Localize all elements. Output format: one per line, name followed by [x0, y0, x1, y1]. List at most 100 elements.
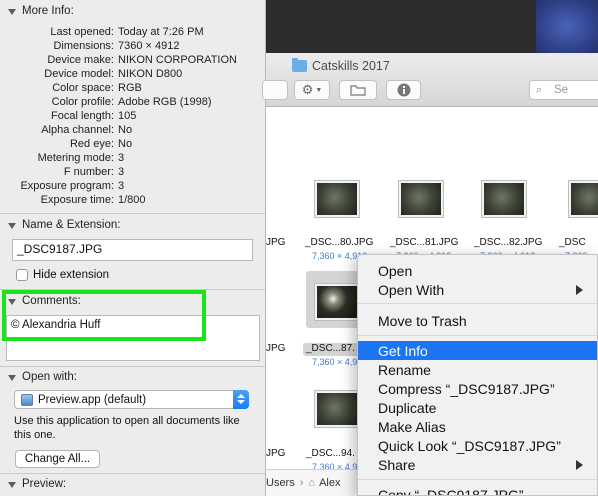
disclosure-triangle-icon[interactable] — [8, 221, 17, 230]
info-label: F number: — [63, 166, 114, 178]
info-row-device-model: Device model: NIKON D800 — [0, 67, 265, 81]
filename-field[interactable]: _DSC9187.JPG — [12, 239, 253, 261]
info-row-f-number: F number: 3 — [0, 165, 265, 179]
menu-item-open-with[interactable]: Open With — [358, 280, 597, 299]
hide-extension-label: Hide extension — [33, 269, 110, 281]
desktop-wallpaper-sky — [536, 0, 598, 53]
info-label: Last opened: — [50, 26, 114, 38]
file-name-selected[interactable]: _DSC...87. — [306, 343, 355, 354]
hide-extension-checkbox[interactable] — [16, 269, 28, 281]
open-with-app-value: Preview.app (default) — [38, 393, 147, 406]
folder-icon — [292, 58, 307, 72]
finder-title-text: Catskills 2017 — [312, 59, 390, 73]
disclosure-triangle-icon[interactable] — [8, 480, 17, 489]
open-with-header[interactable]: Open with: — [0, 369, 77, 385]
file-name[interactable]: JPG — [266, 237, 285, 248]
folder-outline-icon — [350, 85, 366, 96]
menu-item-get-info[interactable]: Get Info — [358, 341, 597, 360]
menu-item-move-to-trash[interactable]: Move to Trash — [358, 311, 597, 330]
menu-item-label: Open With — [378, 281, 445, 298]
get-info-button[interactable] — [386, 80, 421, 100]
file-name[interactable]: _DSC — [559, 237, 586, 248]
info-value: No — [118, 138, 133, 150]
file-thumbnail[interactable] — [482, 181, 526, 217]
home-icon: ⌂ — [308, 477, 316, 489]
info-row-dimensions: Dimensions: 7360 × 4912 — [0, 39, 265, 53]
file-thumbnail[interactable] — [315, 391, 359, 427]
info-value: 3 — [118, 166, 125, 178]
chevron-down-icon: ▼ — [315, 86, 323, 94]
file-name[interactable]: JPG — [266, 343, 285, 354]
file-name[interactable]: _DSC...81.JPG — [390, 237, 458, 248]
disclosure-triangle-icon[interactable] — [8, 373, 17, 382]
name-extension-header[interactable]: Name & Extension: — [0, 217, 120, 233]
file-thumbnail[interactable] — [315, 181, 359, 217]
change-all-button[interactable]: Change All... — [15, 450, 100, 468]
info-icon — [397, 83, 410, 97]
info-value: NIKON D800 — [118, 68, 183, 80]
info-row-exposure-time: Exposure time: 1/800 — [0, 193, 265, 207]
info-label: Color space: — [52, 82, 114, 94]
preview-title: Preview: — [22, 478, 67, 490]
view-mode-button[interactable] — [262, 80, 288, 100]
new-folder-button[interactable] — [339, 80, 377, 100]
menu-item-make-alias[interactable]: Make Alias — [358, 417, 597, 436]
section-divider — [0, 213, 265, 214]
more-info-header[interactable]: More Info: — [0, 3, 74, 19]
path-chevron-icon: › — [299, 477, 304, 489]
submenu-arrow-icon — [576, 460, 583, 470]
context-menu: Open Open With Move to Trash Get Info Re… — [357, 254, 598, 496]
info-label: Device make: — [47, 54, 114, 66]
section-divider — [0, 473, 265, 474]
info-row-device-make: Device make: NIKON CORPORATION — [0, 53, 265, 67]
menu-item-copy[interactable]: Copy “_DSC9187.JPG” — [358, 485, 597, 496]
info-label: Color profile: — [51, 96, 114, 108]
file-thumbnail[interactable] — [399, 181, 443, 217]
info-value: 7360 × 4912 — [118, 40, 180, 52]
info-value: 105 — [118, 110, 137, 122]
menu-item-duplicate[interactable]: Duplicate — [358, 398, 597, 417]
open-with-app-select[interactable]: Preview.app (default) — [14, 390, 249, 409]
info-label: Device model: — [44, 68, 114, 80]
search-icon: ⌕ — [536, 84, 543, 96]
file-name[interactable]: _DSC...82.JPG — [474, 237, 542, 248]
more-info-title: More Info: — [22, 5, 74, 17]
menu-item-open[interactable]: Open — [358, 261, 597, 280]
menu-item-label: Share — [378, 456, 416, 473]
menu-item-rename[interactable]: Rename — [358, 360, 597, 379]
info-label: Red eye: — [69, 138, 114, 150]
menu-separator — [358, 479, 597, 480]
info-label: Exposure time: — [40, 194, 114, 206]
info-label: Metering mode: — [37, 152, 114, 164]
info-row-metering-mode: Metering mode: 3 — [0, 151, 265, 165]
file-thumbnail-selected[interactable] — [315, 284, 359, 320]
file-name[interactable]: _DSC...94. — [306, 448, 355, 459]
info-value: NIKON CORPORATION — [118, 54, 237, 66]
info-value: Adobe RGB (1998) — [118, 96, 212, 108]
action-menu-button[interactable]: ⚙ ▼ — [294, 80, 330, 100]
preview-app-icon — [21, 393, 33, 406]
finder-window-title: Catskills 2017 — [292, 58, 390, 73]
info-label: Alpha channel: — [41, 124, 114, 136]
file-thumbnail[interactable] — [569, 181, 598, 217]
menu-item-share[interactable]: Share — [358, 455, 597, 474]
path-item-user[interactable]: Alex — [319, 477, 340, 489]
open-with-title: Open with: — [22, 371, 77, 383]
gear-icon: ⚙ — [301, 82, 314, 97]
path-item-users[interactable]: Users — [266, 477, 295, 489]
file-name[interactable]: JPG — [266, 448, 285, 459]
info-value: 3 — [118, 180, 125, 192]
info-value: 1/800 — [118, 194, 146, 206]
info-label: Dimensions: — [53, 40, 114, 52]
file-name[interactable]: _DSC...80.JPG — [305, 237, 373, 248]
disclosure-triangle-icon[interactable] — [8, 7, 17, 16]
info-value: Today at 7:26 PM — [118, 26, 204, 38]
window-behind — [266, 0, 536, 53]
menu-item-quick-look[interactable]: Quick Look “_DSC9187.JPG” — [358, 436, 597, 455]
info-label: Exposure program: — [20, 180, 114, 192]
info-row-exposure-program: Exposure program: 3 — [0, 179, 265, 193]
menu-item-compress[interactable]: Compress “_DSC9187.JPG” — [358, 379, 597, 398]
menu-separator — [358, 303, 597, 304]
info-value: No — [118, 124, 133, 136]
preview-header[interactable]: Preview: — [0, 476, 66, 492]
